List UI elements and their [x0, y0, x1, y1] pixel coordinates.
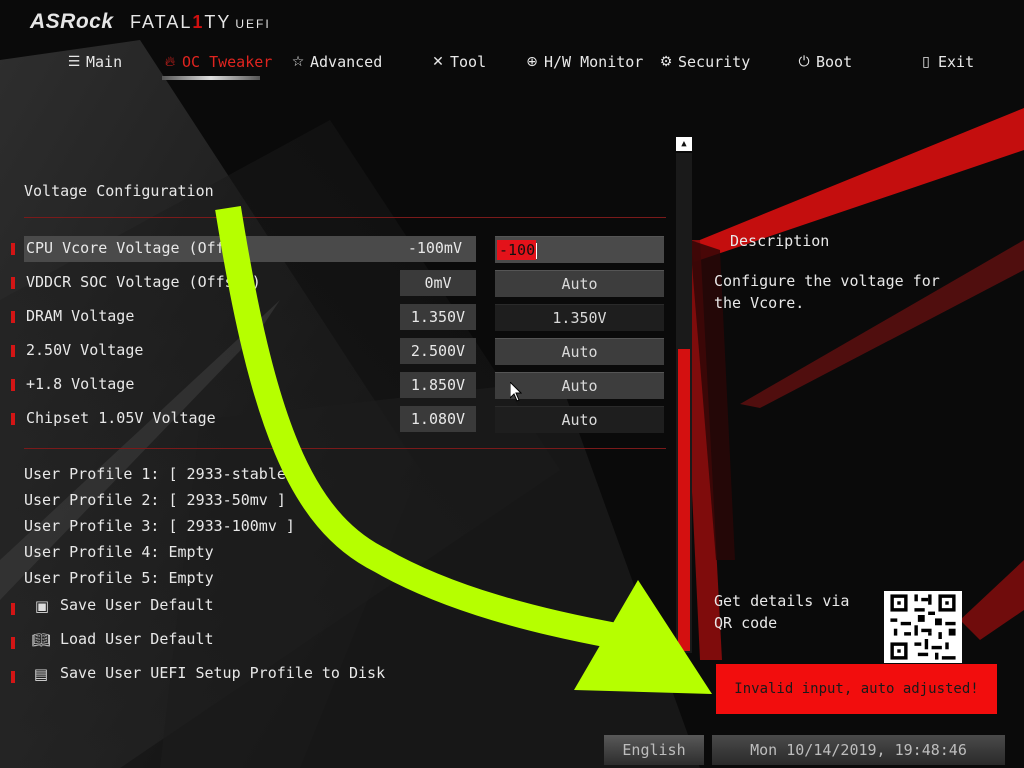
asrock-logo: ASRock	[30, 10, 114, 33]
tab-boot[interactable]: ⏻ Boot	[796, 52, 852, 72]
tab-exit-label: Exit	[938, 53, 975, 71]
mouse-cursor-icon	[510, 382, 522, 402]
tab-tool-label: Tool	[450, 53, 487, 71]
user-profile-1[interactable]: User Profile 1: [ 2933-stable ]	[24, 465, 304, 483]
chipset-voltage-value: 1.080V	[400, 406, 476, 432]
scrollbar-thumb[interactable]	[678, 349, 690, 651]
tab-oc-tweaker[interactable]: 🔥︎ OC Tweaker	[162, 52, 272, 72]
floppy-stack-icon: ▤	[33, 665, 49, 683]
tab-advanced-label: Advanced	[310, 53, 383, 71]
tab-security-label: Security	[678, 53, 751, 71]
description-text: Configure the voltage for the Vcore.	[714, 272, 940, 312]
monitor-crosshair-icon: ⊕	[526, 54, 538, 70]
save-user-default[interactable]: Save User Default	[60, 596, 214, 614]
description-title: Description	[730, 232, 830, 250]
row-marker	[11, 379, 15, 391]
tab-oc-tweaker-label: OC Tweaker	[182, 53, 273, 71]
tab-main-label: Main	[86, 53, 123, 71]
qr-label: Get details via QR code	[714, 592, 850, 632]
chipset-voltage-input[interactable]: Auto	[495, 406, 664, 433]
section-title: Voltage Configuration	[24, 182, 214, 200]
load-user-default[interactable]: Load User Default	[60, 630, 214, 648]
user-profile-4[interactable]: User Profile 4: Empty	[24, 543, 214, 561]
fatality-logo-prefix: FATAL	[130, 12, 193, 32]
fatality-logo-one: 1	[192, 12, 205, 32]
open-book-icon: 📖︎	[31, 631, 51, 649]
power-icon: ⏻	[798, 54, 810, 70]
user-profile-5[interactable]: User Profile 5: Empty	[24, 569, 214, 587]
row-marker	[11, 671, 15, 683]
vddcr-soc-value: 0mV	[400, 270, 476, 296]
cpu-vcore-label: CPU Vcore Voltage (Offset)	[26, 239, 224, 257]
active-tab-indicator	[162, 76, 260, 80]
user-profile-3[interactable]: User Profile 3: [ 2933-100mv ]	[24, 517, 295, 535]
dram-voltage-label: DRAM Voltage	[26, 307, 135, 325]
flame-icon: 🔥︎	[164, 54, 176, 70]
cpu-vcore-value: -100mV	[407, 239, 462, 257]
scroll-up-button[interactable]: ▲	[676, 137, 692, 151]
datetime-display: Mon 10/14/2019, 19:48:46	[712, 735, 1005, 765]
tab-main[interactable]: ☰ Main	[66, 52, 122, 72]
save-profile-to-disk[interactable]: Save User UEFI Setup Profile to Disk	[60, 664, 385, 682]
divider	[24, 217, 666, 218]
cpu-vcore-input[interactable]: -100	[495, 236, 664, 263]
user-profile-2[interactable]: User Profile 2: [ 2933-50mv ]	[24, 491, 286, 509]
chipset-voltage-label: Chipset 1.05V Voltage	[26, 409, 216, 427]
row-marker	[11, 277, 15, 289]
vddcr-soc-label: VDDCR SOC Voltage (Offset)	[26, 273, 261, 291]
list-icon: ☰	[67, 54, 81, 70]
v18-value: 1.850V	[400, 372, 476, 398]
tab-hw-monitor-label: H/W Monitor	[544, 53, 644, 71]
language-button[interactable]: English	[604, 735, 704, 765]
dram-voltage-input[interactable]: 1.350V	[495, 304, 664, 331]
tab-exit[interactable]: ▯ Exit	[918, 52, 974, 72]
tab-hw-monitor[interactable]: ⊕ H/W Monitor	[524, 52, 643, 72]
floppy-disk-icon: ▣	[34, 597, 50, 615]
row-marker	[11, 311, 15, 323]
row-marker	[11, 637, 15, 649]
tab-security[interactable]: ⚙ Security	[658, 52, 751, 72]
tab-advanced[interactable]: ☆ Advanced	[290, 52, 383, 72]
fatality-logo: FATAL1TY UEFI	[130, 12, 271, 33]
dram-voltage-value: 1.350V	[400, 304, 476, 330]
v18-label: +1.8 Voltage	[26, 375, 135, 393]
row-marker	[11, 345, 15, 357]
v250-value: 2.500V	[400, 338, 476, 364]
star-icon: ☆	[291, 54, 305, 70]
v250-input[interactable]: Auto	[495, 338, 664, 365]
divider	[24, 448, 666, 449]
uefi-label: UEFI	[235, 17, 271, 31]
tools-icon: ✕	[432, 54, 444, 70]
cpu-vcore-input-value: -100	[497, 240, 537, 260]
tab-boot-label: Boot	[816, 53, 853, 71]
row-marker	[11, 413, 15, 425]
vddcr-soc-input[interactable]: Auto	[495, 270, 664, 297]
tab-tool[interactable]: ✕ Tool	[430, 52, 486, 72]
text-cursor	[536, 242, 538, 259]
fatality-logo-suffix: TY	[204, 12, 232, 32]
exit-door-icon: ▯	[922, 54, 930, 70]
shield-gear-icon: ⚙	[659, 54, 673, 70]
error-toast: Invalid input, auto adjusted!	[716, 664, 997, 714]
qr-code	[884, 591, 962, 663]
row-marker	[11, 603, 15, 615]
v250-label: 2.50V Voltage	[26, 341, 144, 359]
row-marker	[11, 243, 15, 255]
